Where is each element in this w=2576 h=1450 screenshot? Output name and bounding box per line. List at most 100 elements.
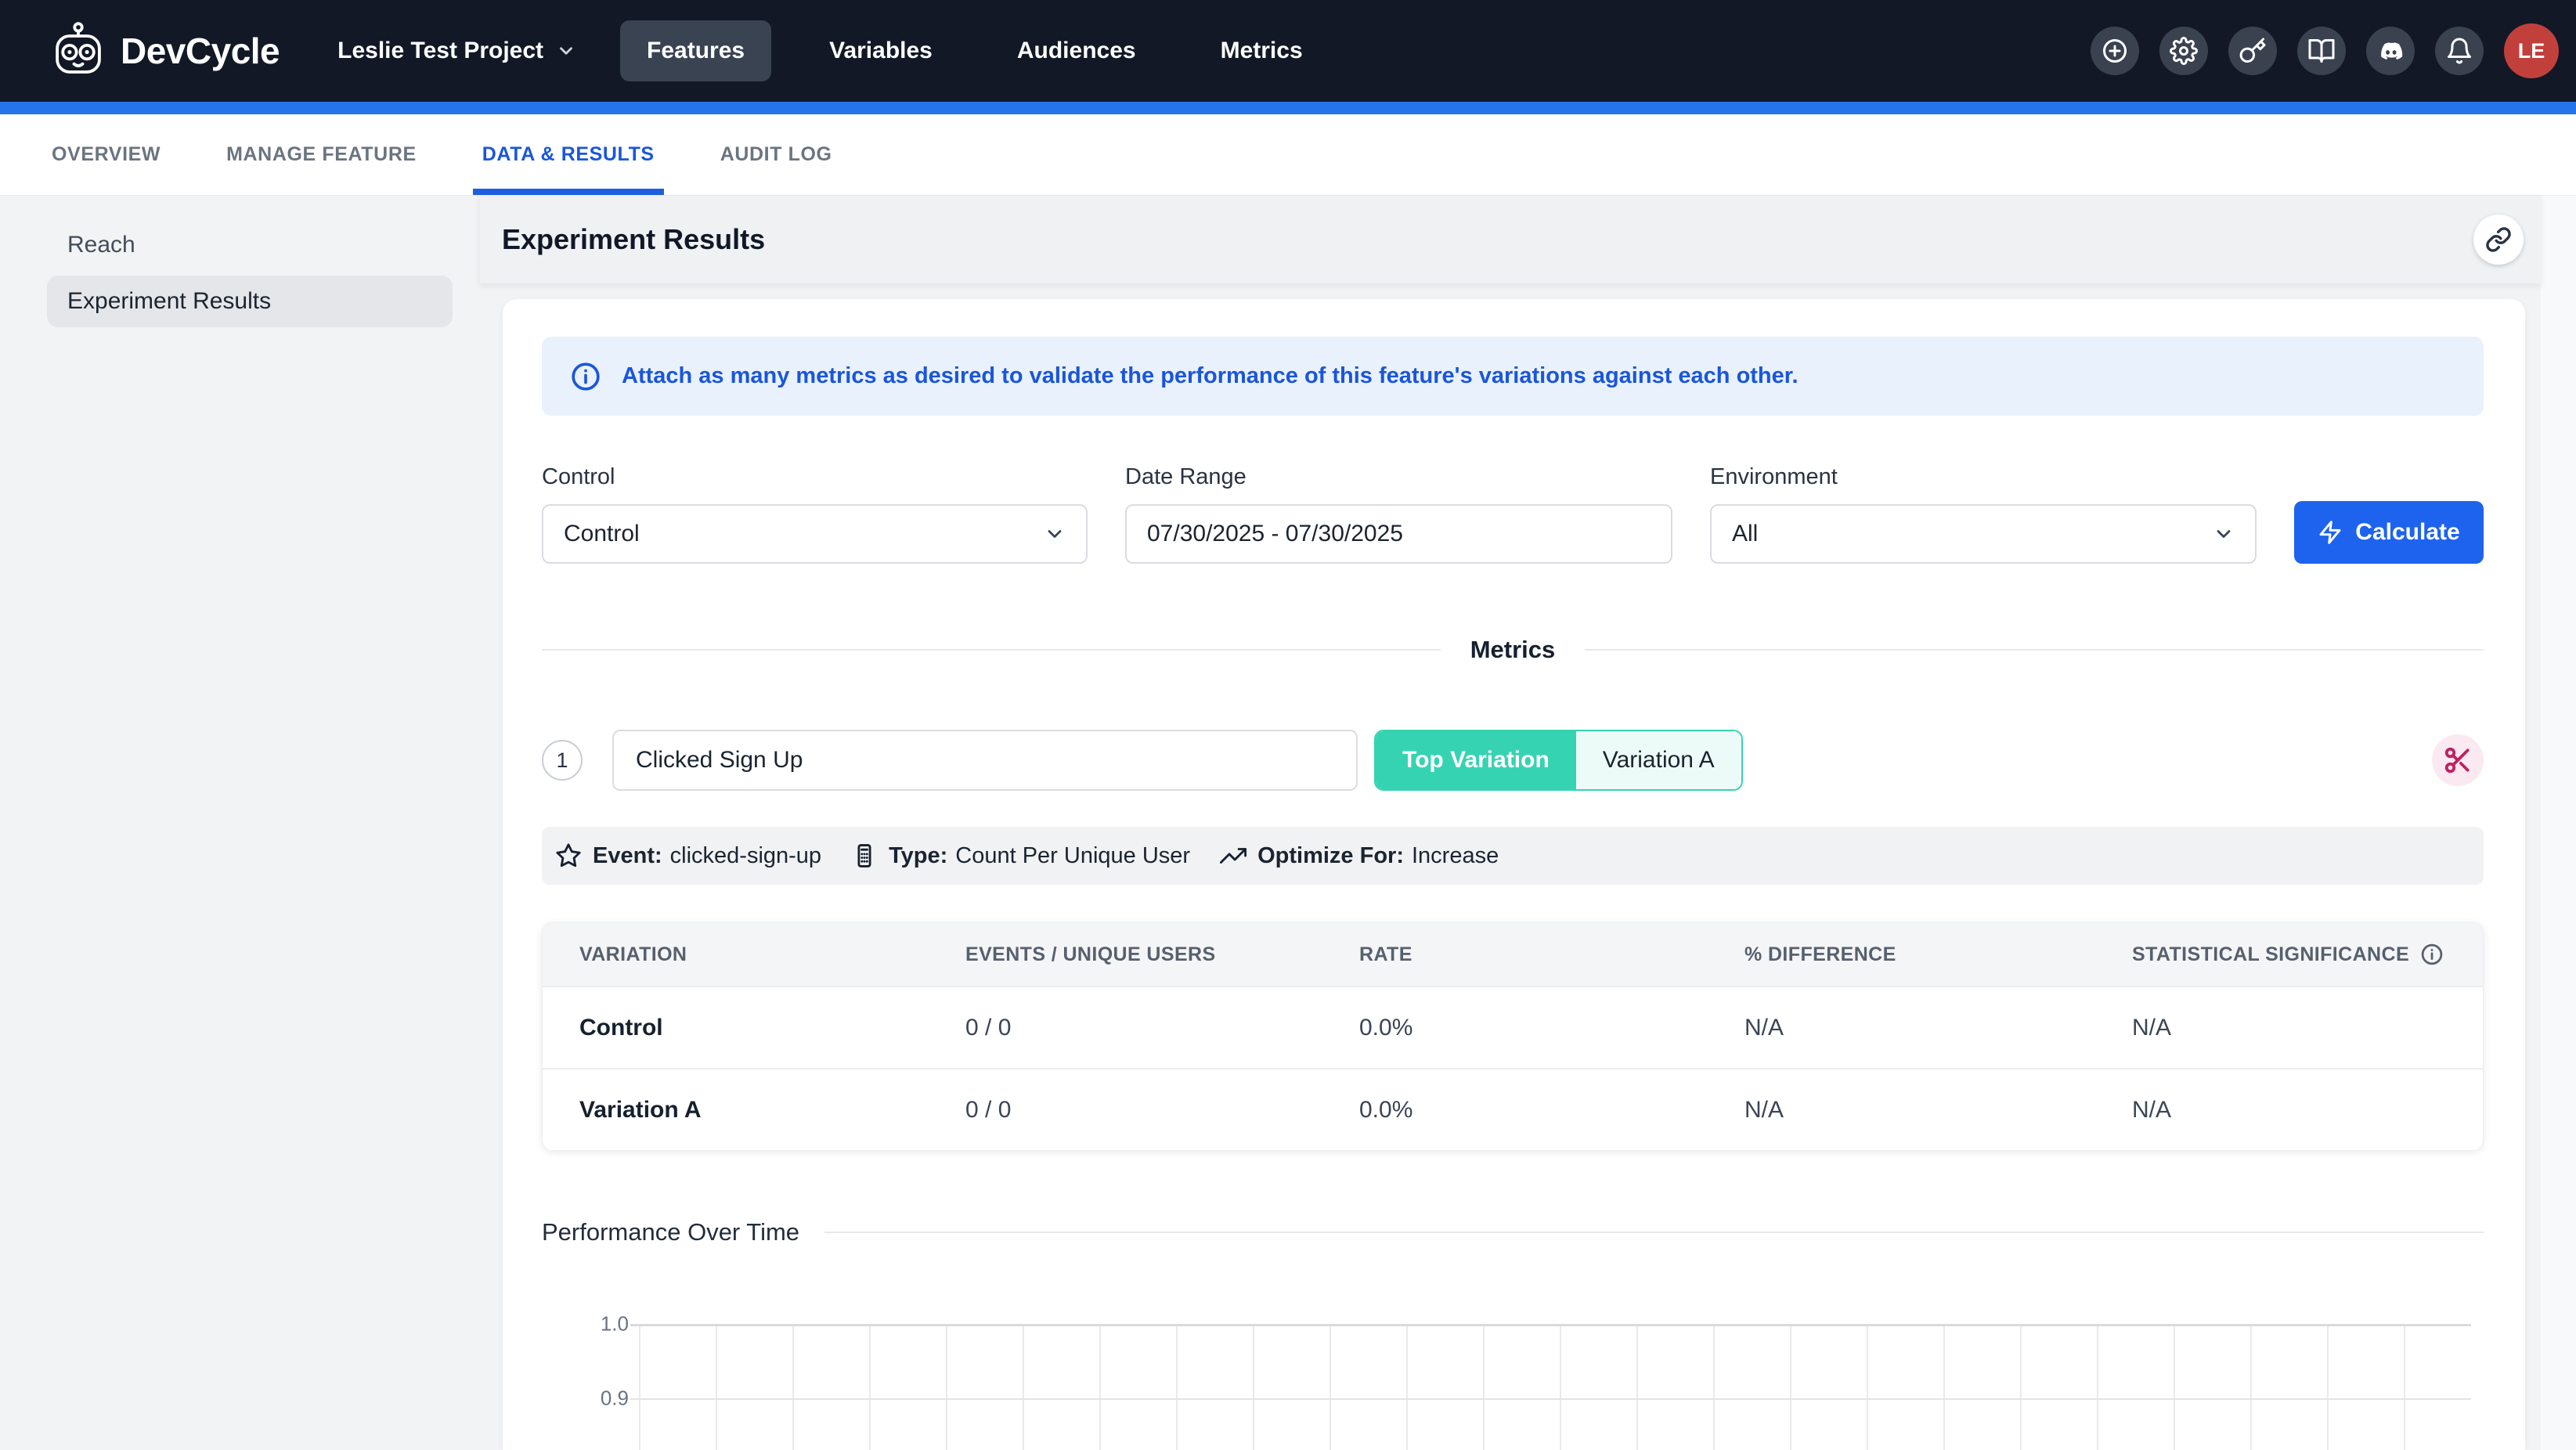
results-table-header: VARIATION EVENTS / UNIQUE USERS RATE % D… (543, 923, 2483, 986)
star-icon (555, 842, 582, 869)
experiment-results-card: Attach as many metrics as desired to val… (503, 299, 2525, 1450)
cell-events: 0 / 0 (965, 1015, 1359, 1041)
control-label: Control (542, 464, 1088, 490)
info-banner: Attach as many metrics as desired to val… (542, 337, 2484, 416)
performance-divider-line (824, 1232, 2484, 1233)
cell-rate: 0.0% (1359, 1097, 1744, 1124)
table-row-variation-a: Variation A 0 / 0 0.0% N/A N/A (543, 1068, 2483, 1150)
cell-rate: 0.0% (1359, 1015, 1744, 1041)
cell-variation: Variation A (579, 1097, 965, 1124)
calculate-button[interactable]: Calculate (2294, 501, 2484, 564)
info-icon[interactable] (2420, 943, 2444, 966)
cell-difference: N/A (1744, 1015, 2132, 1041)
cell-events: 0 / 0 (965, 1097, 1359, 1124)
notifications-button[interactable] (2435, 27, 2484, 75)
divider-line-right (1585, 649, 2484, 651)
cell-variation: Control (579, 1015, 965, 1041)
metrics-divider: Metrics (542, 636, 2484, 664)
trending-up-icon (1220, 842, 1247, 869)
calculate-button-label: Calculate (2355, 519, 2459, 546)
metric-row: 1 Top Variation Variation A (542, 730, 2484, 791)
metrics-divider-label: Metrics (1470, 636, 1556, 664)
user-avatar[interactable]: LE (2504, 23, 2559, 78)
feature-tabs: OVERVIEW MANAGE FEATURE DATA & RESULTS A… (0, 114, 2576, 196)
docs-button[interactable] (2297, 27, 2346, 75)
performance-chart: 1.0 0.9 (542, 1324, 2484, 1450)
metric-summary-bar: Event: clicked-sign-up Type: Count Per U… (542, 827, 2484, 885)
nav-item-variables[interactable]: Variables (803, 20, 959, 81)
control-select-value: Control (564, 521, 640, 547)
chart-plot-area (639, 1324, 2471, 1450)
nav-item-audiences[interactable]: Audiences (990, 20, 1163, 81)
tab-audit-log[interactable]: AUDIT LOG (720, 114, 832, 195)
project-selector[interactable]: Leslie Test Project (337, 38, 576, 64)
main-panel: Experiment Results Attach as many metric… (480, 196, 2541, 1450)
key-icon (2239, 37, 2267, 65)
create-button[interactable] (2091, 27, 2139, 75)
chevron-down-icon (556, 41, 576, 61)
col-rate: RATE (1359, 943, 1744, 966)
link-icon (2485, 226, 2512, 253)
date-range-filter: Date Range (1125, 464, 1672, 564)
bell-icon (2445, 37, 2473, 65)
sidebar-item-reach[interactable]: Reach (47, 219, 453, 271)
info-banner-text: Attach as many metrics as desired to val… (622, 363, 1799, 389)
plus-circle-icon (2101, 37, 2129, 65)
col-variation: VARIATION (579, 943, 965, 966)
discord-icon (2376, 37, 2405, 65)
tab-data-results[interactable]: DATA & RESULTS (482, 114, 655, 195)
event-label: Event: (593, 843, 662, 869)
type-value: Count Per Unique User (955, 843, 1190, 869)
scissors-icon (2443, 745, 2473, 775)
chevron-down-icon (1044, 523, 1066, 545)
col-significance: STATISTICAL SIGNIFICANCE (2132, 943, 2483, 966)
metric-index-badge: 1 (542, 740, 583, 781)
table-row-control: Control 0 / 0 0.0% N/A N/A (543, 986, 2483, 1068)
nav-actions: LE (2091, 23, 2559, 78)
info-icon (570, 361, 601, 392)
control-select[interactable]: Control (542, 504, 1088, 564)
results-sidebar: Reach Experiment Results (0, 196, 454, 1450)
calculator-icon (851, 842, 878, 869)
col-events: EVENTS / UNIQUE USERS (965, 943, 1359, 966)
environment-select[interactable]: All (1710, 504, 2257, 564)
event-value: clicked-sign-up (670, 843, 821, 869)
chevron-down-icon (2213, 523, 2235, 545)
control-filter: Control Control (542, 464, 1088, 564)
col-difference: % DIFFERENCE (1744, 943, 2132, 966)
environment-filter: Environment All (1710, 464, 2257, 564)
type-label: Type: (889, 843, 947, 869)
variation-toggle: Top Variation Variation A (1374, 730, 1743, 791)
remove-metric-button[interactable] (2432, 734, 2484, 786)
accent-bar (0, 102, 2576, 114)
tab-manage-feature[interactable]: MANAGE FEATURE (226, 114, 417, 195)
settings-button[interactable] (2159, 27, 2208, 75)
discord-button[interactable] (2366, 27, 2415, 75)
copy-link-button[interactable] (2473, 215, 2524, 265)
page-title: Experiment Results (502, 223, 765, 256)
content-area: Reach Experiment Results Experiment Resu… (0, 196, 2576, 1450)
optimize-for-label: Optimize For: (1257, 843, 1404, 869)
date-range-input[interactable] (1147, 521, 1651, 547)
date-range-label: Date Range (1125, 464, 1672, 490)
nav-item-features[interactable]: Features (620, 20, 771, 81)
cell-significance: N/A (2132, 1097, 2483, 1124)
nav-item-metrics[interactable]: Metrics (1194, 20, 1329, 81)
sidebar-item-experiment-results[interactable]: Experiment Results (47, 276, 453, 327)
metric-name-input[interactable] (612, 730, 1358, 791)
scroll-gutter (2541, 196, 2576, 1450)
cell-difference: N/A (1744, 1097, 2132, 1124)
environment-label: Environment (1710, 464, 2257, 490)
toggle-variation-a[interactable]: Variation A (1576, 731, 1741, 789)
api-keys-button[interactable] (2228, 27, 2277, 75)
environment-select-value: All (1732, 521, 1758, 547)
y-tick-2: 0.9 (601, 1387, 629, 1411)
date-range-field (1125, 504, 1672, 564)
tab-overview[interactable]: OVERVIEW (52, 114, 161, 195)
filters-row: Control Control Date Range Environment (542, 464, 2484, 564)
results-table: VARIATION EVENTS / UNIQUE USERS RATE % D… (542, 922, 2484, 1151)
brand-logo[interactable]: DevCycle (49, 21, 280, 81)
toggle-top-variation[interactable]: Top Variation (1376, 731, 1576, 789)
project-name: Leslie Test Project (337, 38, 543, 64)
gear-icon (2170, 37, 2198, 65)
